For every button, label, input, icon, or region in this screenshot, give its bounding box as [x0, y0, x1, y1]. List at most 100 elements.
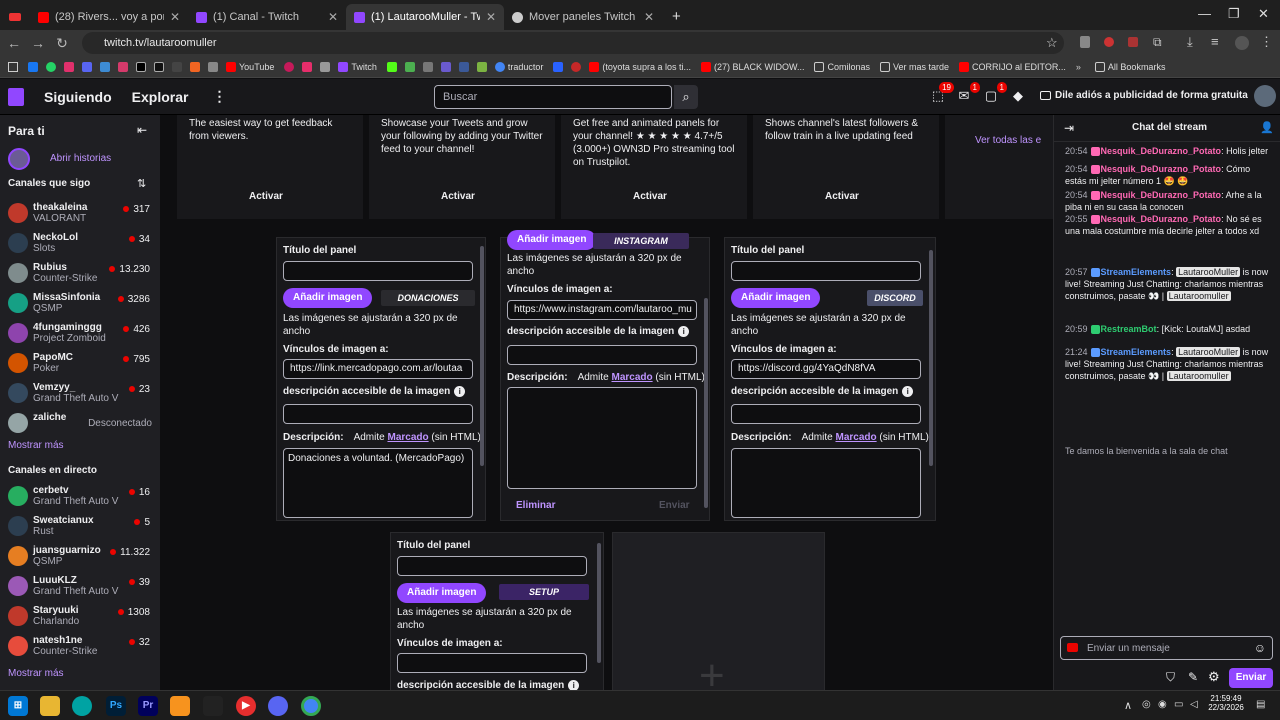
bookmark-icon[interactable]: [553, 61, 564, 72]
activate-button[interactable]: Activar: [825, 191, 859, 202]
chat-mention[interactable]: Lautaroomuller: [1166, 291, 1231, 301]
panel-scrollbar[interactable]: [704, 298, 708, 508]
bookmark-twitch[interactable]: Twitch: [338, 61, 377, 72]
chat-username[interactable]: StreamElements: [1101, 347, 1172, 357]
tray-app-icon[interactable]: ◉: [1158, 699, 1167, 710]
info-icon[interactable]: i: [678, 326, 690, 337]
chat-message-input[interactable]: Enviar un mensaje ☺: [1060, 636, 1273, 660]
chat-mention[interactable]: LautarooMuller: [1176, 267, 1241, 277]
bookmark-icon[interactable]: [118, 61, 128, 72]
image-link-input[interactable]: [397, 653, 587, 673]
add-image-button[interactable]: Añadir imagen: [731, 288, 821, 308]
bookmark-star-icon[interactable]: ☆: [1046, 35, 1058, 51]
tab-search-icon[interactable]: [0, 4, 30, 30]
search-input[interactable]: Buscar: [434, 85, 672, 109]
image-link-input[interactable]: https://www.instagram.com/lautaroo_mu: [507, 300, 697, 320]
description-textarea[interactable]: [507, 387, 697, 489]
channel-row[interactable]: 4fungaminggg Project Zomboid 426: [0, 320, 160, 350]
new-tab-icon[interactable]: +: [672, 8, 681, 25]
notification-center-icon[interactable]: ▤: [1256, 699, 1265, 710]
alt-desc-input[interactable]: [731, 404, 921, 424]
volume-icon[interactable]: ◁: [1190, 699, 1198, 710]
search-icon[interactable]: ⌕: [674, 85, 698, 109]
panel-scrollbar[interactable]: [597, 543, 601, 663]
chat-mention[interactable]: Lautaroomuller: [1166, 371, 1231, 381]
see-all-extensions-link[interactable]: Ver todas las e: [975, 135, 1041, 146]
markdown-link[interactable]: Marcado: [387, 432, 428, 443]
browser-menu-icon[interactable]: ⋮: [1260, 34, 1273, 50]
chat-username[interactable]: Nesquik_DeDurazno_Potato: [1101, 190, 1222, 200]
media-control-icon[interactable]: ≡: [1211, 34, 1219, 49]
bookmark-icon[interactable]: [284, 61, 295, 72]
facebook-icon[interactable]: [28, 61, 38, 72]
maximize-icon[interactable]: ❐: [1228, 6, 1240, 22]
add-image-button[interactable]: Añadir imagen: [283, 288, 373, 308]
file-explorer-icon[interactable]: [40, 696, 60, 716]
bookmark-icon[interactable]: [320, 61, 331, 72]
channel-row[interactable]: Rubius Counter-Strike 13.230: [0, 260, 160, 290]
reload-icon[interactable]: ↻: [50, 35, 74, 52]
bookmark-traductor[interactable]: traductor: [494, 61, 543, 72]
channel-row[interactable]: natesh1ne Counter-Strike 32: [0, 633, 160, 663]
bookmark-icon[interactable]: [404, 61, 415, 72]
channel-row[interactable]: Vemzyy_ Grand Theft Auto V 23: [0, 380, 160, 410]
premiere-icon[interactable]: Pr: [138, 696, 158, 716]
bookmark-corrijo[interactable]: CORRIJO al EDITOR...: [959, 61, 1066, 72]
info-icon[interactable]: i: [568, 680, 580, 690]
channel-row[interactable]: theakaleina VALORANT 317: [0, 200, 160, 230]
bookmark-icon[interactable]: [422, 61, 433, 72]
activate-button[interactable]: Activar: [633, 191, 667, 202]
close-tab-icon[interactable]: ✕: [170, 10, 180, 24]
instagram-icon[interactable]: [64, 61, 74, 72]
bookmark-icon[interactable]: [571, 61, 582, 72]
bookmark-icon[interactable]: [440, 61, 451, 72]
channel-row[interactable]: MissaSinfonia QSMP 3286: [0, 290, 160, 320]
windows-start-icon[interactable]: ⊞: [8, 696, 28, 716]
forward-icon[interactable]: →: [26, 35, 50, 51]
channel-row[interactable]: PapoMC Poker 795: [0, 350, 160, 380]
bookmark-all[interactable]: All Bookmarks: [1094, 61, 1165, 72]
channel-row[interactable]: juansguarnizo QSMP 11.322: [0, 543, 160, 573]
image-link-input[interactable]: https://link.mercadopago.com.ar/loutaa: [283, 359, 473, 379]
alt-desc-input[interactable]: [283, 404, 473, 424]
bookmark-icon[interactable]: [100, 61, 110, 72]
open-stories-link[interactable]: Abrir historias: [50, 153, 111, 164]
add-image-button[interactable]: Añadir imagen: [397, 583, 487, 603]
media-player-icon[interactable]: ▶: [236, 696, 256, 716]
activate-button[interactable]: Activar: [441, 191, 475, 202]
extension-record-icon[interactable]: [1104, 37, 1114, 47]
extension-shield-icon[interactable]: [1080, 36, 1090, 48]
chat-username[interactable]: Nesquik_DeDurazno_Potato: [1101, 146, 1222, 156]
photoshop-icon[interactable]: Ps: [106, 696, 126, 716]
notifications-icon[interactable]: ▢ 1: [983, 82, 1007, 104]
profile-avatar-icon[interactable]: [1235, 36, 1249, 50]
bookmark-icon[interactable]: [458, 61, 469, 72]
bookmark-youtube[interactable]: YouTube: [226, 61, 274, 72]
minimize-icon[interactable]: —: [1198, 6, 1211, 21]
sort-icon[interactable]: ⇅: [137, 177, 146, 190]
capcut-icon[interactable]: [172, 61, 182, 72]
chevron-more-icon[interactable]: »: [1076, 62, 1081, 72]
x-icon[interactable]: [136, 61, 146, 72]
tray-chevron-icon[interactable]: ∧: [1124, 699, 1132, 712]
app-icon[interactable]: [72, 696, 92, 716]
chat-settings-icon[interactable]: ⚙: [1208, 669, 1220, 685]
browser-tab-mover[interactable]: Mover paneles Twitch ✕: [504, 4, 662, 30]
show-more-followed[interactable]: Mostrar más: [8, 440, 64, 451]
bookmark-icon[interactable]: [208, 61, 218, 72]
chat-users-icon[interactable]: 👤: [1260, 121, 1274, 134]
markdown-link[interactable]: Marcado: [611, 372, 652, 383]
chat-send-button[interactable]: Enviar: [1229, 668, 1273, 688]
image-link-input[interactable]: https://discord.gg/4YaQdN8fVA: [731, 359, 921, 379]
close-tab-icon[interactable]: ✕: [644, 10, 654, 24]
panel-scrollbar[interactable]: [480, 246, 484, 466]
bookmark-icon[interactable]: [476, 61, 487, 72]
browser-tab-canal[interactable]: (1) Canal - Twitch ✕: [188, 4, 346, 30]
obs-icon[interactable]: [203, 696, 223, 716]
channel-row[interactable]: Staryuuki Charlando 1308: [0, 603, 160, 633]
chat-username[interactable]: StreamElements: [1101, 267, 1172, 277]
apps-grid-icon[interactable]: [8, 61, 18, 72]
discord-icon[interactable]: [82, 61, 92, 72]
alt-desc-input[interactable]: [507, 345, 697, 365]
chat-username[interactable]: Nesquik_DeDurazno_Potato: [1101, 164, 1222, 174]
